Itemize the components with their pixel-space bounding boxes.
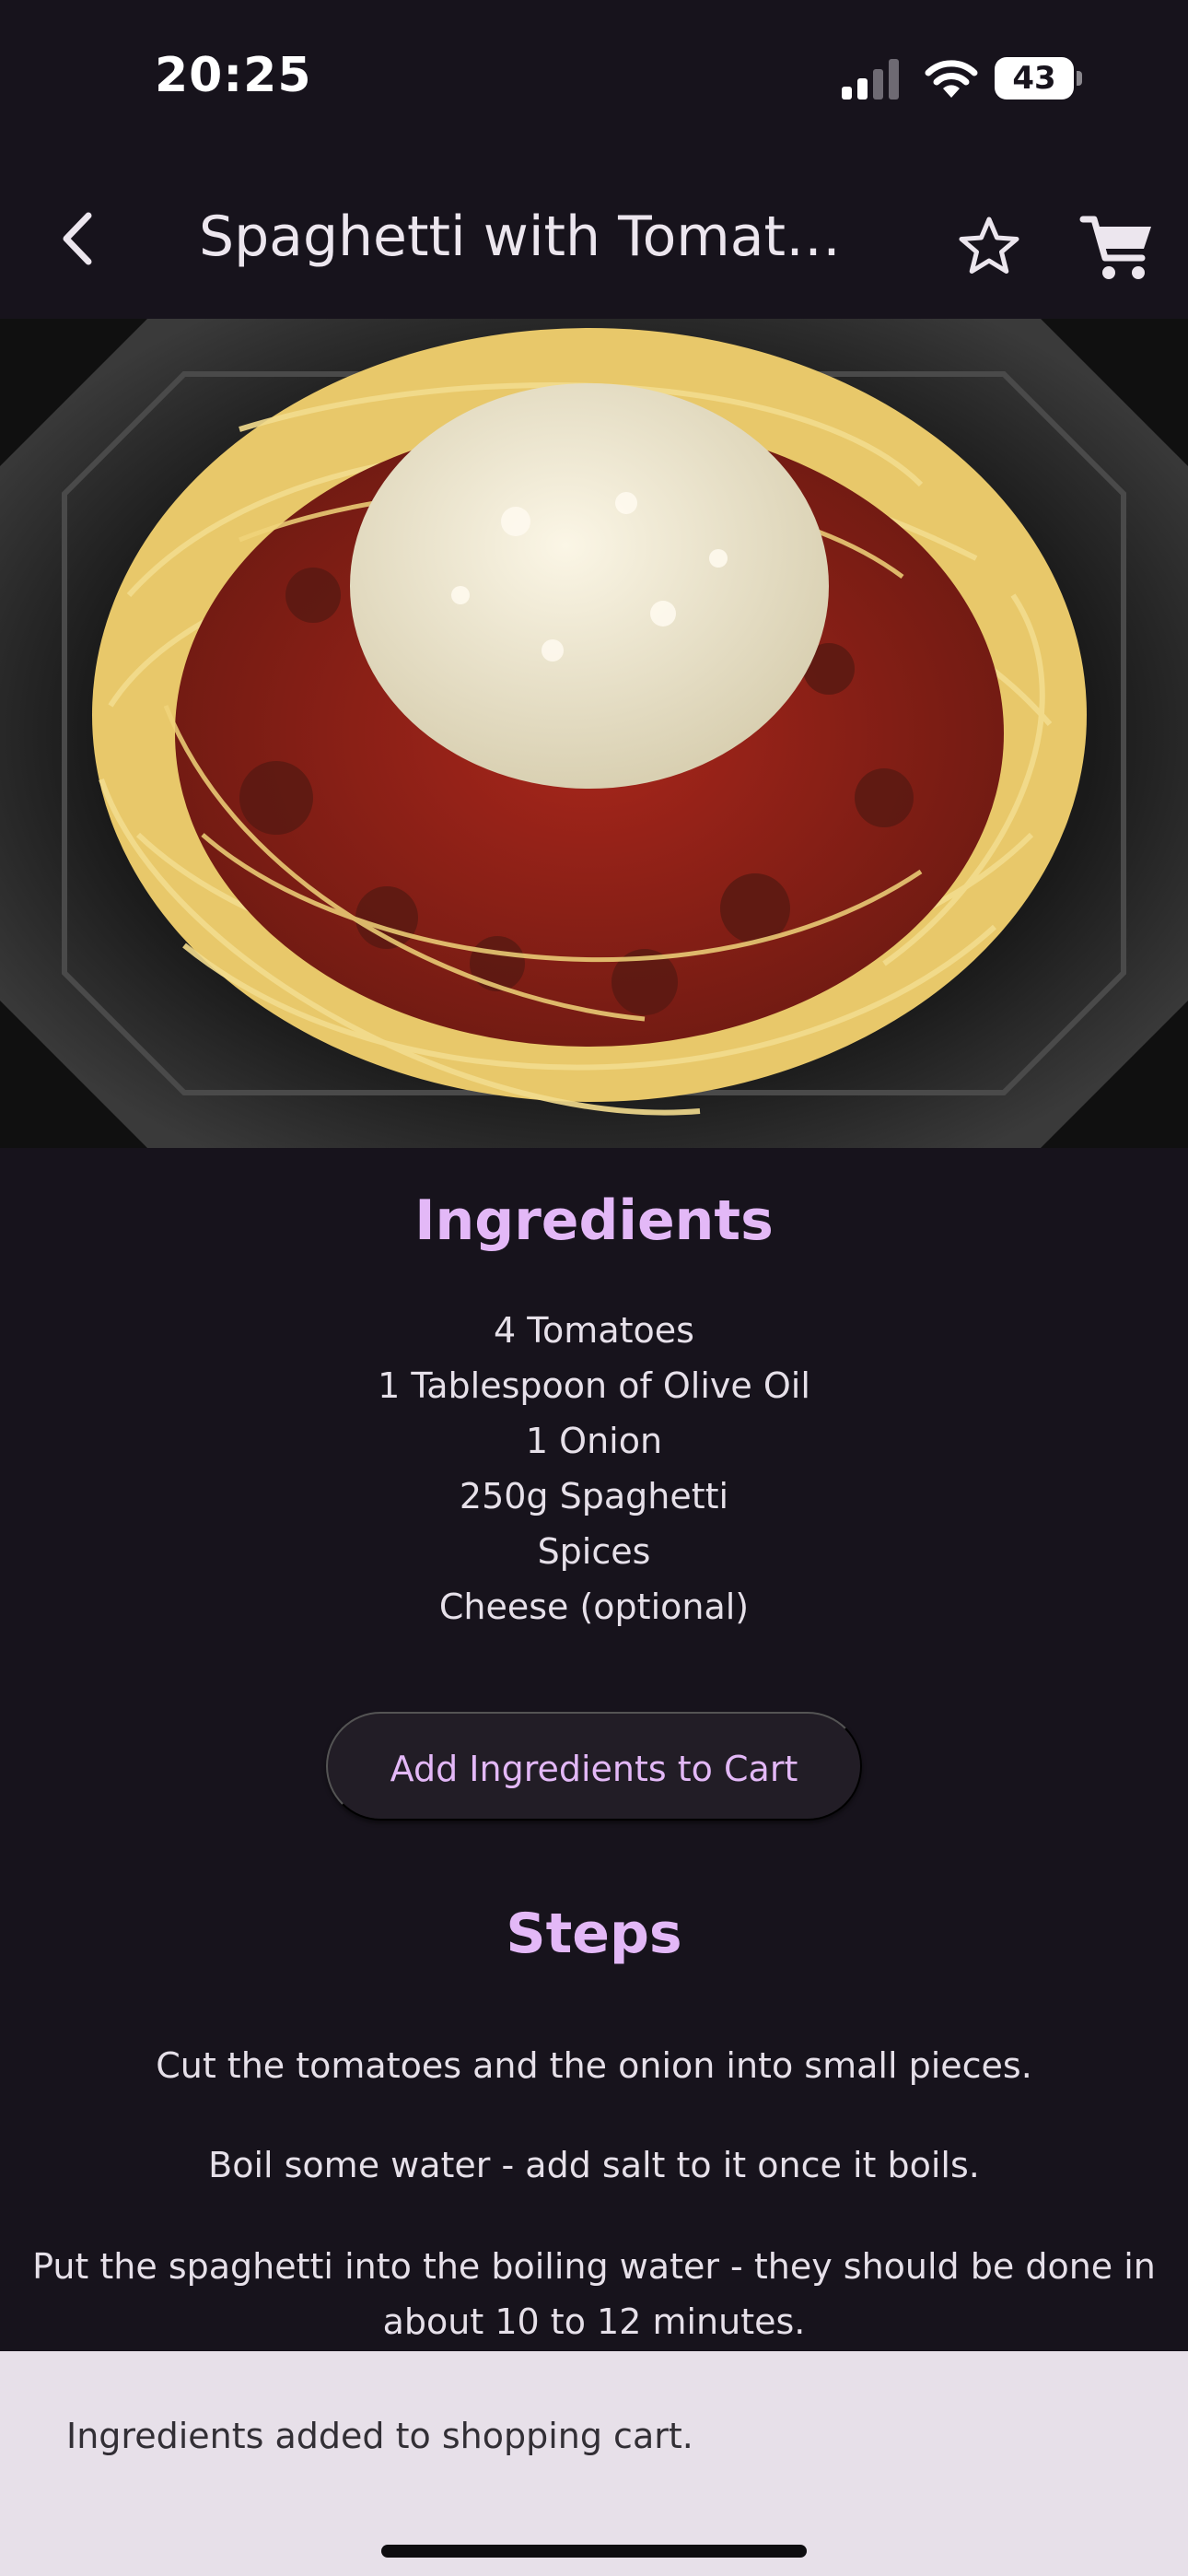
step-item: Boil some water - add salt to it once it… <box>208 2145 980 2185</box>
ingredients-heading: Ingredients <box>414 1188 774 1253</box>
add-ingredients-to-cart-button[interactable]: Add Ingredients to Cart <box>326 1712 862 1821</box>
shopping-cart-icon[interactable] <box>1077 206 1159 287</box>
app-bar: Spaghetti with Tomato … <box>0 157 1188 319</box>
ingredient-item: 4 Tomatoes <box>494 1310 694 1351</box>
wifi-icon <box>925 60 978 98</box>
ingredient-item: Spices <box>537 1531 651 1572</box>
ingredient-item: 1 Tablespoon of Olive Oil <box>378 1365 810 1406</box>
ingredient-list: 4 Tomatoes 1 Tablespoon of Olive Oil 1 O… <box>0 1303 1188 1634</box>
star-outline-icon[interactable] <box>949 206 1030 287</box>
status-bar: 20:25 43 <box>0 0 1188 157</box>
steps-heading: Steps <box>506 1902 682 1966</box>
ingredient-item: 1 Onion <box>525 1421 663 1461</box>
back-arrow-icon[interactable] <box>41 197 123 280</box>
battery-icon: 43 <box>995 57 1083 100</box>
step-item: Put the spaghetti into the boiling water… <box>32 2246 1156 2342</box>
ingredient-item: Cheese (optional) <box>438 1587 750 1627</box>
status-time: 20:25 <box>155 48 312 103</box>
ingredient-item: 250g Spaghetti <box>459 1476 729 1516</box>
page-title: Spaghetti with Tomato … <box>199 205 862 269</box>
signal-icon <box>842 59 899 100</box>
home-indicator[interactable] <box>381 2545 807 2558</box>
battery-level: 43 <box>1012 60 1056 97</box>
recipe-image <box>0 319 1188 1148</box>
snackbar-message: Ingredients added to shopping cart. <box>66 2416 693 2456</box>
step-item: Cut the tomatoes and the onion into smal… <box>156 2045 1032 2086</box>
snackbar: Ingredients added to shopping cart. <box>0 2351 1188 2576</box>
